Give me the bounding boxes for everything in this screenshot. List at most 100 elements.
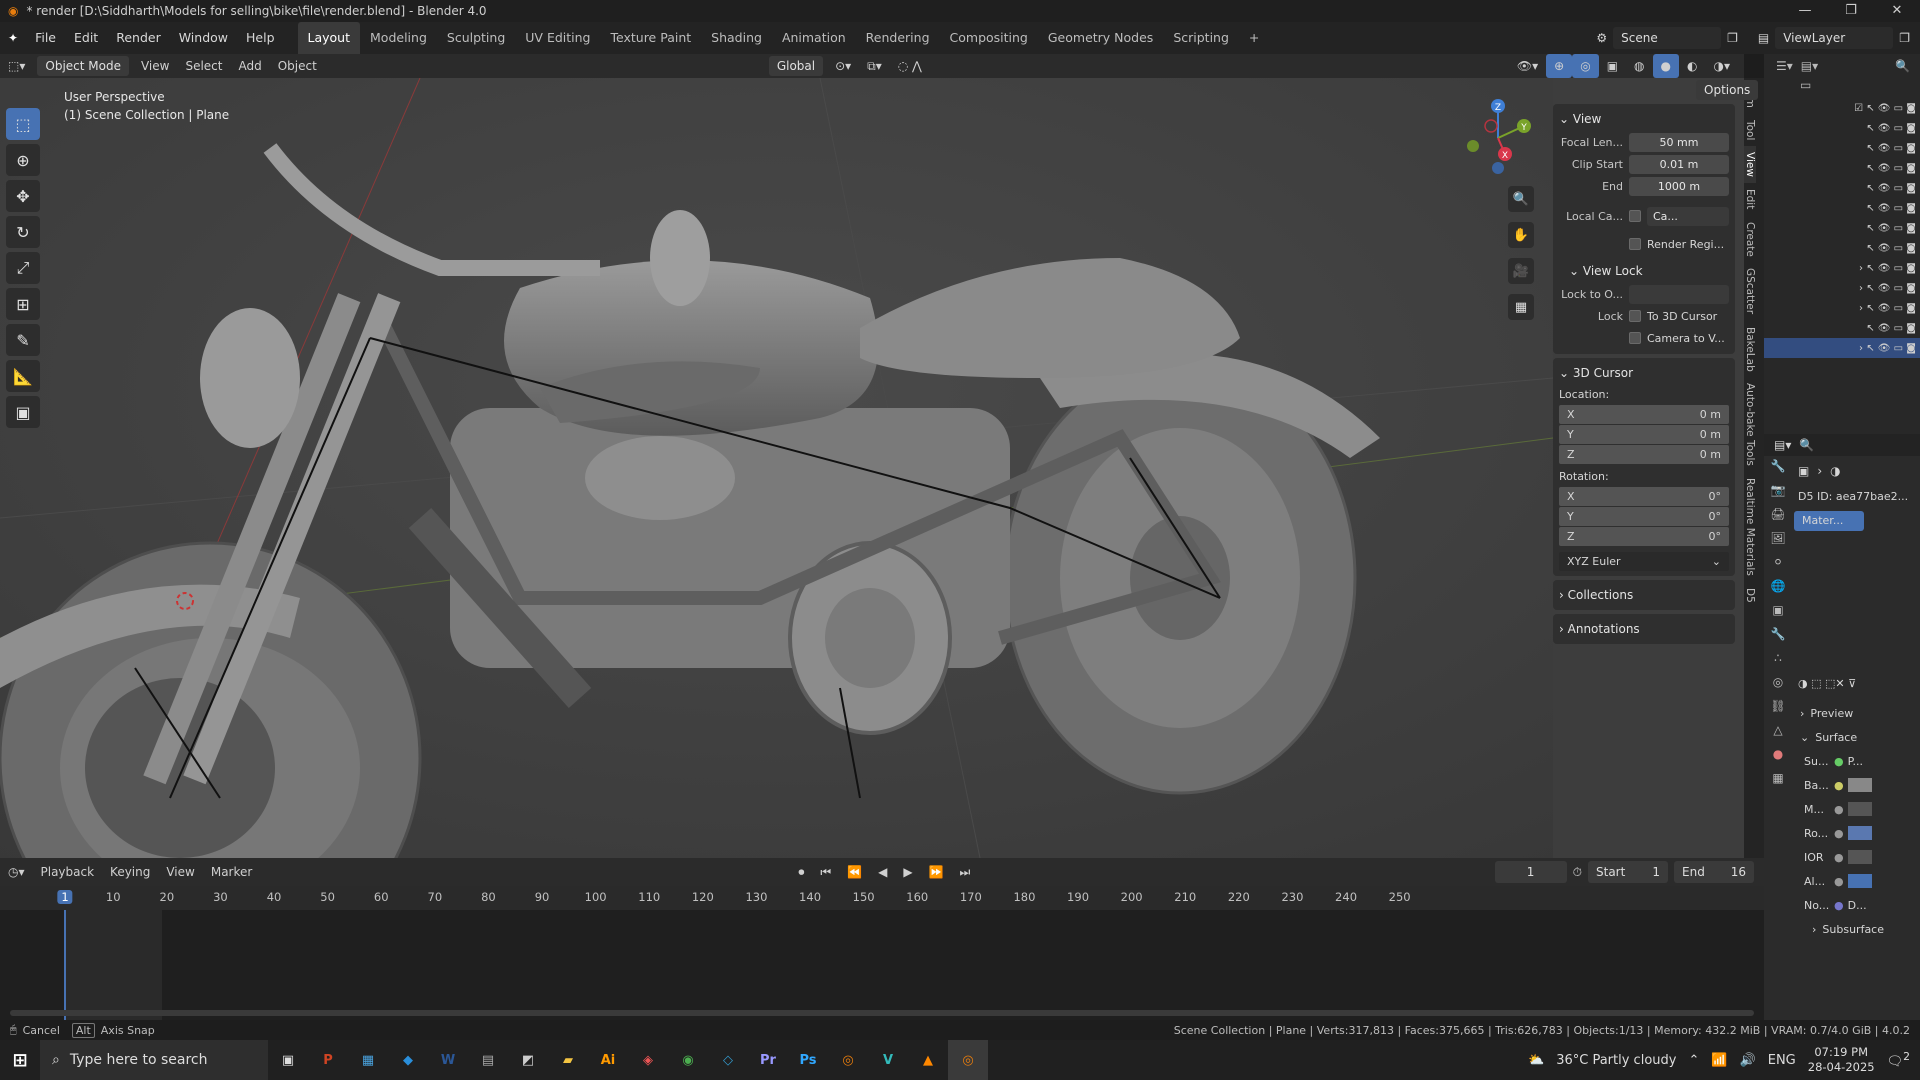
view-lock-header[interactable]: ⌄ View Lock xyxy=(1559,260,1729,282)
pivot-icon[interactable]: ⊙▾ xyxy=(827,54,859,78)
auto-key-icon[interactable]: ⏺ xyxy=(790,860,812,884)
alpha-row[interactable]: Al... ● xyxy=(1794,869,1918,893)
tab-sculpting[interactable]: Sculpting xyxy=(437,22,515,54)
tool-props-icon[interactable]: 🔧 xyxy=(1764,454,1792,478)
windows-start-icon[interactable]: ⊞ xyxy=(0,1040,40,1080)
tab-uv-editing[interactable]: UV Editing xyxy=(515,22,600,54)
store-icon[interactable]: ▦ xyxy=(348,1040,388,1080)
maximize-button[interactable]: ❐ xyxy=(1828,0,1874,22)
overlay-toggle-icon[interactable]: ◎ xyxy=(1572,54,1599,78)
surface-row[interactable]: Su... ● P... xyxy=(1794,749,1918,773)
tab-tool[interactable]: Tool xyxy=(1744,114,1756,146)
outliner-row[interactable]: ↖ 👁 ▭ ◙ xyxy=(1764,218,1920,238)
play-reverse-icon[interactable]: ◀ xyxy=(870,860,895,884)
tab-auto-bake[interactable]: Auto-bake Tools xyxy=(1744,377,1756,472)
outliner-row[interactable]: › ↖ 👁 ▭ ◙ xyxy=(1764,298,1920,318)
navigation-gizmo[interactable]: Z Y X xyxy=(1458,96,1538,176)
outliner-row[interactable]: ↖ 👁 ▭ ◙ xyxy=(1764,318,1920,338)
select-box-tool[interactable]: ⬚ xyxy=(6,108,40,140)
add-workspace-button[interactable]: + xyxy=(1239,22,1269,54)
gizmo-toggle-icon[interactable]: ⊕ xyxy=(1546,54,1573,78)
vlc-icon[interactable]: ▲ xyxy=(908,1040,948,1080)
outliner-row[interactable]: ↖ 👁 ▭ ◙ xyxy=(1764,178,1920,198)
camera-view-icon[interactable]: 🎥 xyxy=(1508,258,1534,284)
taskbar-search[interactable]: ⌕ Type here to search xyxy=(40,1040,268,1080)
visibility-icon[interactable]: 👁▾ xyxy=(1509,54,1546,78)
menu-keying[interactable]: Keying xyxy=(102,860,158,884)
motorcycle-model[interactable] xyxy=(0,78,1553,858)
outliner-search-icon[interactable]: 🔍 xyxy=(1895,59,1920,73)
proportional-edit-icon[interactable]: ◌ ⋀ xyxy=(890,54,930,78)
physics-props-icon[interactable]: ◎ xyxy=(1764,670,1792,694)
timeline-type-icon[interactable]: ◷▾ xyxy=(0,860,33,884)
view-panel-header[interactable]: ⌄ View xyxy=(1559,108,1729,130)
data-props-icon[interactable]: △ xyxy=(1764,718,1792,742)
photoshop-icon[interactable]: Ps xyxy=(788,1040,828,1080)
rotate-tool[interactable]: ↻ xyxy=(6,216,40,248)
constraints-props-icon[interactable]: ⛓ xyxy=(1764,694,1792,718)
app4-icon[interactable]: ◈ xyxy=(628,1040,668,1080)
tab-compositing[interactable]: Compositing xyxy=(940,22,1038,54)
texture-props-icon[interactable]: ▦ xyxy=(1764,766,1792,790)
play-icon[interactable]: ▶ xyxy=(895,860,920,884)
outliner-row[interactable]: ↖ 👁 ▭ ◙ xyxy=(1764,238,1920,258)
new-scene-icon[interactable]: ❐ xyxy=(1727,31,1738,45)
menu-add[interactable]: Add xyxy=(230,54,269,78)
local-camera-field[interactable]: Ca... xyxy=(1647,206,1729,226)
close-button[interactable]: ✕ xyxy=(1874,0,1920,22)
outliner-row[interactable]: › ↖ 👁 ▭ ◙ xyxy=(1764,258,1920,278)
task-view-icon[interactable]: ▣ xyxy=(268,1040,308,1080)
material-props-icon[interactable]: ● xyxy=(1764,742,1792,766)
cursor-location-y[interactable]: Y0 m xyxy=(1559,425,1729,444)
word-icon[interactable]: W xyxy=(428,1040,468,1080)
scene-selector[interactable]: Scene xyxy=(1613,27,1722,49)
surface-header[interactable]: ⌄ Surface xyxy=(1794,725,1918,749)
render-region-checkbox[interactable] xyxy=(1629,238,1641,250)
cursor-rotation-x[interactable]: X 0° xyxy=(1559,487,1729,506)
weather-text[interactable]: 36°C Partly cloudy xyxy=(1556,1053,1676,1068)
material-slot[interactable]: Mater... xyxy=(1794,511,1864,531)
base-color-row[interactable]: Ba... ● xyxy=(1794,773,1918,797)
notification-icon[interactable]: 🗨2 xyxy=(1887,1050,1910,1069)
blender-menu-icon[interactable]: ✦ xyxy=(0,31,26,45)
minimize-button[interactable]: — xyxy=(1782,0,1828,22)
transform-tool[interactable]: ⊞ xyxy=(6,288,40,320)
scene-props-icon[interactable]: ⚪ xyxy=(1764,550,1792,574)
shading-material-icon[interactable]: ◐ xyxy=(1679,54,1705,78)
annotations-panel[interactable]: › Annotations xyxy=(1553,614,1735,644)
add-cube-tool[interactable]: ▣ xyxy=(6,396,40,428)
menu-view[interactable]: View xyxy=(133,54,177,78)
menu-window[interactable]: Window xyxy=(170,22,237,54)
menu-playback[interactable]: Playback xyxy=(33,860,103,884)
menu-file[interactable]: File xyxy=(26,22,65,54)
zoom-icon[interactable]: 🔍 xyxy=(1508,186,1534,212)
move-tool[interactable]: ✥ xyxy=(6,180,40,212)
app3-icon[interactable]: ◩ xyxy=(508,1040,548,1080)
focal-length-field[interactable]: 50 mm xyxy=(1629,132,1729,152)
outliner-row[interactable]: ☑ ↖ 👁 ▭ ◙ xyxy=(1764,98,1920,118)
tray-chevron-icon[interactable]: ⌃ xyxy=(1688,1053,1699,1068)
current-frame-marker[interactable]: 1 xyxy=(57,890,73,904)
pan-hand-icon[interactable]: ✋ xyxy=(1508,222,1534,248)
3d-viewport[interactable]: User Perspective (1) Scene Collection | … xyxy=(0,78,1744,858)
mode-dropdown[interactable]: Object Mode xyxy=(37,56,129,76)
next-key-icon[interactable]: ⏩ xyxy=(921,860,952,884)
snap-icon[interactable]: ⧉▾ xyxy=(859,54,890,78)
cursor-rotation-y[interactable]: Y 0° xyxy=(1559,507,1729,526)
jump-start-icon[interactable]: ⏮ xyxy=(812,860,839,884)
menu-object[interactable]: Object xyxy=(270,54,325,78)
m365-icon[interactable]: ◇ xyxy=(708,1040,748,1080)
start-frame-field[interactable]: Start 1 xyxy=(1588,861,1668,883)
particles-props-icon[interactable]: ∴ xyxy=(1764,646,1792,670)
tab-scripting[interactable]: Scripting xyxy=(1163,22,1239,54)
file-explorer-icon[interactable]: ▰ xyxy=(548,1040,588,1080)
object-props-icon[interactable]: ▣ xyxy=(1764,598,1792,622)
clock[interactable]: 07:19 PM 28-04-2025 xyxy=(1808,1045,1875,1075)
menu-marker[interactable]: Marker xyxy=(203,860,260,884)
viewport-options-dropdown[interactable]: Options xyxy=(1696,80,1759,100)
outliner-row[interactable]: ↖ 👁 ▭ ◙ xyxy=(1764,158,1920,178)
modifier-props-icon[interactable]: 🔧 xyxy=(1764,622,1792,646)
xray-icon[interactable]: ▣ xyxy=(1599,54,1626,78)
preview-header[interactable]: › Preview xyxy=(1794,701,1918,725)
outliner-type-icon[interactable]: ☰▾ xyxy=(1776,59,1793,73)
